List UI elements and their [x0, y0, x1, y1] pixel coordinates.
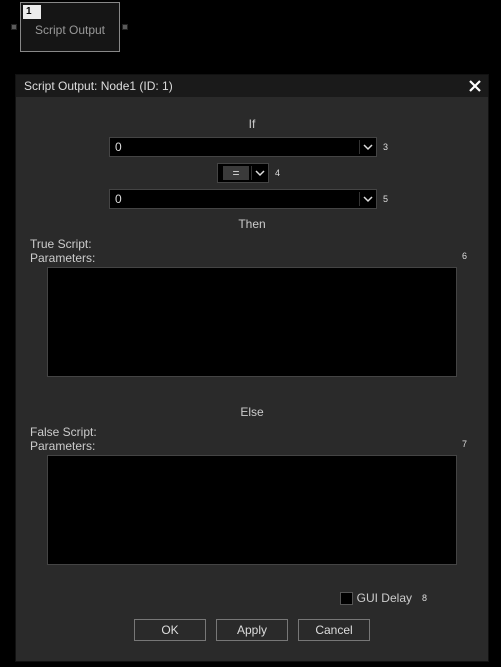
row-number: 7	[462, 439, 474, 449]
chevron-down-icon	[359, 140, 373, 154]
true-params-label: Parameters:	[30, 251, 95, 265]
dialog-title: Script Output: Node1 (ID: 1)	[24, 79, 173, 93]
if-operand2-select[interactable]: 0	[109, 189, 377, 209]
if-operand2-value: 0	[115, 192, 122, 206]
chevron-down-icon	[251, 166, 265, 180]
row-number: 3	[383, 142, 395, 152]
node-index: 1	[23, 5, 41, 19]
node-block[interactable]: 1 Script Output	[20, 2, 120, 52]
ok-button[interactable]: OK	[134, 619, 206, 641]
true-script-label: True Script:	[30, 237, 474, 251]
script-output-dialog: Script Output: Node1 (ID: 1) If 0 3 =	[15, 74, 489, 662]
dialog-titlebar: Script Output: Node1 (ID: 1)	[16, 75, 488, 97]
row-number: 5	[383, 194, 395, 204]
row-number: 6	[462, 251, 474, 261]
if-operator-select[interactable]: =	[217, 163, 269, 183]
row-number: 8	[422, 593, 434, 603]
false-script-params[interactable]	[47, 455, 457, 565]
cancel-button[interactable]: Cancel	[298, 619, 370, 641]
gui-delay-checkbox[interactable]	[340, 592, 353, 605]
row-number: 4	[275, 168, 287, 178]
close-button[interactable]	[466, 77, 484, 95]
else-header: Else	[30, 405, 474, 419]
close-icon	[468, 79, 482, 93]
false-params-label: Parameters:	[30, 439, 95, 453]
then-header: Then	[30, 217, 474, 231]
if-operator-value: =	[223, 166, 249, 180]
apply-button[interactable]: Apply	[216, 619, 288, 641]
node-output-connector[interactable]	[122, 24, 128, 30]
if-header: If	[30, 117, 474, 131]
false-script-label: False Script:	[30, 425, 474, 439]
chevron-down-icon	[359, 192, 373, 206]
node-input-connector[interactable]	[11, 24, 17, 30]
gui-delay-label: GUI Delay	[357, 591, 412, 605]
if-operand1-select[interactable]: 0	[109, 137, 377, 157]
node-label: Script Output	[21, 23, 119, 37]
if-operand1-value: 0	[115, 140, 122, 154]
dialog-button-row: OK Apply Cancel	[30, 619, 474, 641]
true-script-params[interactable]	[47, 267, 457, 377]
